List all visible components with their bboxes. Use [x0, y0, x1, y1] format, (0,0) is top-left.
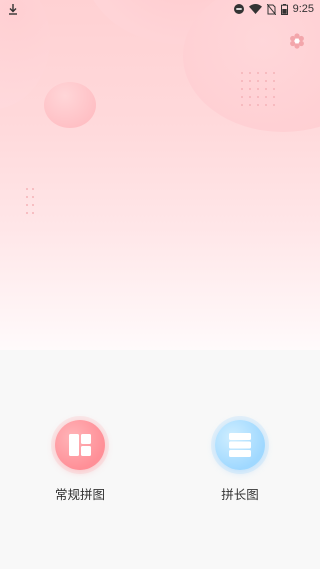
settings-flower-icon[interactable]: [289, 33, 305, 49]
stacked-long-image-icon: [215, 420, 265, 470]
decor-dot-grid: [241, 72, 275, 106]
regular-collage-label: 常规拼图: [54, 487, 105, 502]
no-sim-icon: [266, 3, 276, 15]
status-bar: 9:25: [0, 0, 320, 18]
collage-mode-panel: 常规拼图 拼长图: [0, 350, 320, 569]
decor-bubble: [44, 82, 96, 128]
status-time: 9:25: [292, 3, 314, 15]
grid-collage-icon: [55, 420, 105, 470]
wifi-icon: [248, 4, 262, 14]
do-not-disturb-icon: [233, 4, 244, 14]
battery-icon: [280, 3, 288, 15]
long-image-button[interactable]: 拼长图: [200, 420, 280, 503]
long-image-label: 拼长图: [221, 487, 259, 502]
decor-dot-grid: [26, 188, 34, 214]
download-icon: [8, 0, 18, 19]
header-hero: [0, 0, 320, 350]
decor-blob: [183, 0, 320, 132]
regular-collage-button[interactable]: 常规拼图: [40, 420, 120, 503]
